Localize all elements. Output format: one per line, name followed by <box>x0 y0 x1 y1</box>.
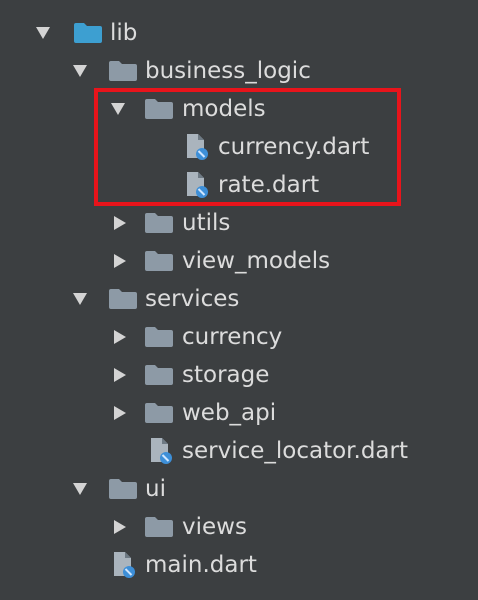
dart-file-icon <box>181 128 213 166</box>
triangle-right-icon[interactable] <box>110 508 130 546</box>
triangle-down-icon[interactable] <box>108 90 128 128</box>
tree-label-views: views <box>182 514 247 540</box>
dart-file-icon <box>181 166 213 204</box>
triangle-right-icon[interactable] <box>110 204 130 242</box>
folder-icon <box>143 204 175 242</box>
folder-icon <box>107 52 139 90</box>
tree-label-models: models <box>182 96 266 122</box>
folder-icon <box>143 242 175 280</box>
folder-icon <box>107 280 139 318</box>
folder-icon <box>143 394 175 432</box>
tree-label-business-logic: business_logic <box>145 58 311 84</box>
tree-row-currency-dart[interactable]: currency.dart <box>0 128 478 166</box>
tree-row-main-dart[interactable]: main.dart <box>0 546 478 584</box>
tree-row-view-models[interactable]: view_models <box>0 242 478 280</box>
source-root-folder-icon <box>72 14 104 52</box>
tree-label-view-models: view_models <box>182 248 331 274</box>
tree-label-web-api: web_api <box>182 400 277 426</box>
tree-row-utils[interactable]: utils <box>0 204 478 242</box>
triangle-right-icon[interactable] <box>110 318 130 356</box>
tree-row-service-locator-dart[interactable]: service_locator.dart <box>0 432 478 470</box>
tree-row-services[interactable]: services <box>0 280 478 318</box>
tree-label-rate-dart: rate.dart <box>218 172 320 198</box>
folder-icon <box>143 90 175 128</box>
triangle-down-icon[interactable] <box>70 280 90 318</box>
tree-label-ui: ui <box>145 476 166 502</box>
folder-icon <box>107 470 139 508</box>
tree-row-views[interactable]: views <box>0 508 478 546</box>
tree-row-lib[interactable]: lib <box>0 14 478 52</box>
dart-file-icon <box>108 546 140 584</box>
tree-row-business-logic[interactable]: business_logic <box>0 52 478 90</box>
folder-icon <box>143 356 175 394</box>
tree-label-utils: utils <box>182 210 231 236</box>
triangle-right-icon[interactable] <box>110 394 130 432</box>
tree-row-web-api[interactable]: web_api <box>0 394 478 432</box>
tree-label-currency: currency <box>182 324 283 350</box>
triangle-down-icon[interactable] <box>33 14 53 52</box>
tree-label-services: services <box>145 286 240 312</box>
triangle-right-icon[interactable] <box>110 356 130 394</box>
folder-icon <box>143 508 175 546</box>
project-tree: lib business_logic models currency.dart … <box>0 0 478 600</box>
tree-label-service-locator-dart: service_locator.dart <box>182 438 409 464</box>
folder-icon <box>143 318 175 356</box>
triangle-down-icon[interactable] <box>70 470 90 508</box>
tree-row-ui[interactable]: ui <box>0 470 478 508</box>
tree-label-lib: lib <box>110 20 138 46</box>
tree-row-currency[interactable]: currency <box>0 318 478 356</box>
triangle-right-icon[interactable] <box>110 242 130 280</box>
tree-row-storage[interactable]: storage <box>0 356 478 394</box>
tree-row-models[interactable]: models <box>0 90 478 128</box>
tree-row-rate-dart[interactable]: rate.dart <box>0 166 478 204</box>
tree-label-storage: storage <box>182 362 270 388</box>
dart-file-icon <box>145 432 177 470</box>
triangle-down-icon[interactable] <box>70 52 90 90</box>
tree-label-currency-dart: currency.dart <box>218 134 370 160</box>
tree-label-main-dart: main.dart <box>145 552 257 578</box>
